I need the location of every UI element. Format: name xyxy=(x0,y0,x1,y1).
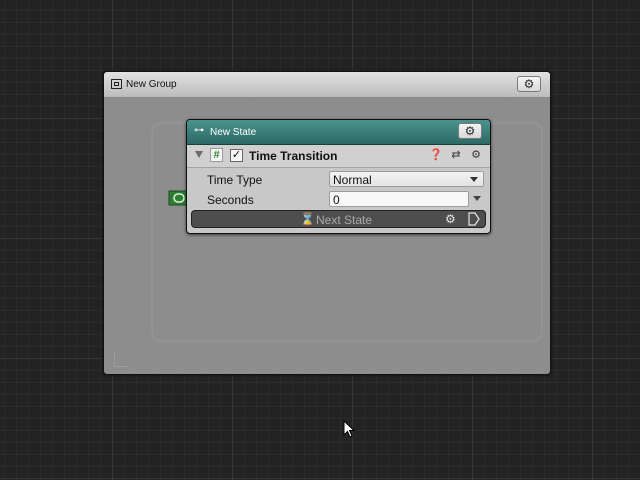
group-settings-button[interactable]: ⚙ xyxy=(517,76,541,92)
time-type-value: Normal xyxy=(333,173,372,187)
gear-icon[interactable]: ⚙ xyxy=(469,148,483,162)
behaviour-title: Time Transition xyxy=(249,149,338,163)
group-icon xyxy=(111,79,122,89)
preset-icon[interactable]: ⇄ xyxy=(449,148,463,162)
behaviour-enabled-checkbox[interactable]: ✓ xyxy=(230,149,243,162)
foldout-icon[interactable] xyxy=(195,151,203,158)
state-node[interactable]: ⊶ New State ⚙ # ✓ Time Transition ❓ ⇄ ⚙ … xyxy=(186,119,491,234)
seconds-input[interactable]: 0 xyxy=(329,191,469,207)
mouse-cursor-icon xyxy=(343,420,355,438)
group-resize-handle[interactable] xyxy=(114,352,129,367)
time-type-label: Time Type xyxy=(207,173,263,187)
chevron-down-icon xyxy=(470,177,478,182)
state-header[interactable]: ⊶ New State ⚙ xyxy=(187,120,490,145)
hourglass-icon: ⌛ xyxy=(300,212,315,226)
transition-settings-icon[interactable]: ⚙ xyxy=(445,212,456,226)
script-hash-icon: # xyxy=(210,148,223,162)
seconds-value: 0 xyxy=(333,193,340,207)
behaviour-header[interactable]: # ✓ Time Transition ❓ ⇄ ⚙ xyxy=(187,145,490,168)
transition-label: Next State xyxy=(316,213,373,227)
state-title: New State xyxy=(210,127,257,138)
state-icon: ⊶ xyxy=(194,125,204,136)
transition-out-port-icon[interactable] xyxy=(468,212,480,226)
state-settings-button[interactable]: ⚙ xyxy=(458,123,482,139)
gear-icon: ⚙ xyxy=(464,124,476,138)
help-icon[interactable]: ❓ xyxy=(429,148,443,162)
transition-slot[interactable]: ⌛ Next State ⚙ xyxy=(191,210,486,228)
group-header[interactable]: New Group ⚙ xyxy=(104,72,550,98)
seconds-label: Seconds xyxy=(207,193,254,207)
group-title: New Group xyxy=(126,79,177,90)
seconds-menu-icon[interactable] xyxy=(473,196,481,201)
time-type-dropdown[interactable]: Normal xyxy=(329,171,484,187)
gear-icon: ⚙ xyxy=(523,77,535,91)
